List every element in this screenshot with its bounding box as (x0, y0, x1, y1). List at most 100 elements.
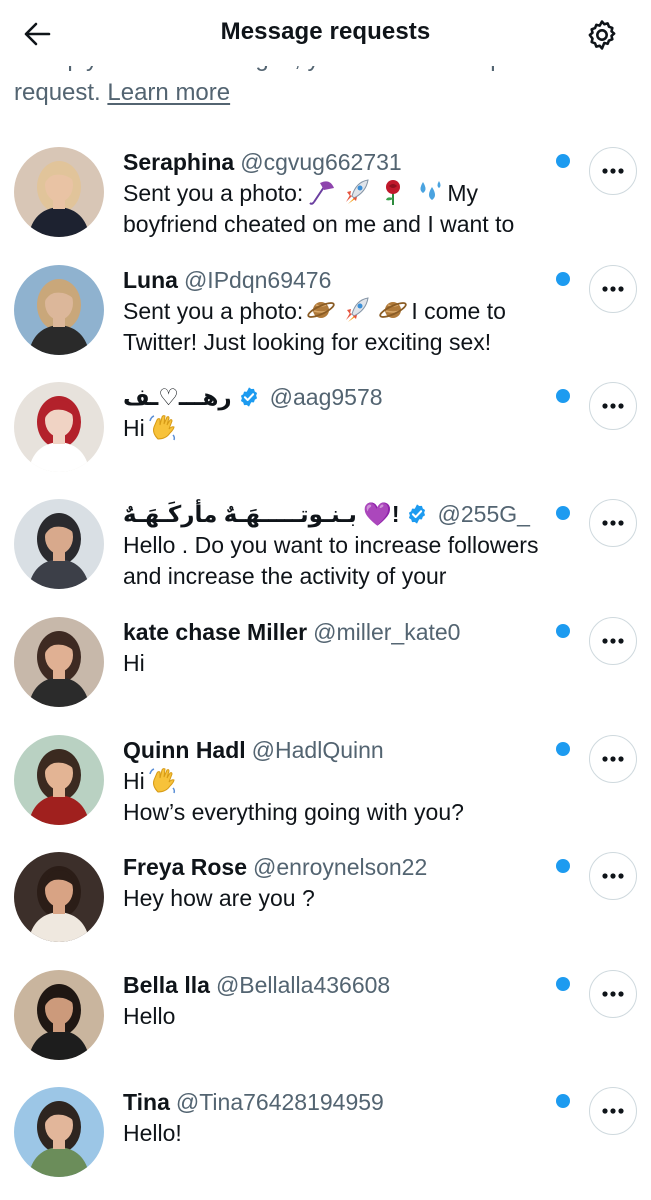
more-options-button[interactable] (589, 265, 637, 313)
ringed-planet-emoji (306, 296, 336, 324)
verified-badge-icon (238, 386, 260, 408)
request-content: Bella lla @Bellalla436608 Hello (123, 970, 563, 1032)
avatar-image (14, 382, 104, 472)
message-text: Hey how are you ? (123, 885, 315, 911)
sender-name: Bella lla (123, 972, 210, 998)
unread-dot (556, 389, 570, 403)
request-row[interactable]: Bella lla @Bellalla436608 Hello (0, 958, 651, 1076)
avatar[interactable] (14, 265, 104, 355)
message-text: How’s everything going with you? (123, 799, 464, 825)
more-options-button[interactable] (589, 617, 637, 665)
avatar[interactable] (14, 970, 104, 1060)
more-options-button[interactable] (589, 1087, 637, 1135)
message-preview: Hi How’s everything going with you? (123, 766, 563, 828)
avatar[interactable] (14, 499, 104, 589)
unread-dot (556, 624, 570, 638)
request-row[interactable]: !💜 بـنـوتـــــهَـهٌ مأركَـهَـهٌ @255G_ Hel… (0, 487, 651, 605)
more-dots-icon (602, 1108, 624, 1114)
avatar-image (14, 617, 104, 707)
sender-line: Seraphina @cgvug662731 (123, 147, 563, 177)
message-line: Hello (123, 1001, 563, 1032)
rocket-emoji (342, 178, 372, 206)
sender-handle: @Bellalla436608 (215, 972, 391, 998)
verified-badge-icon (406, 503, 428, 525)
request-row[interactable]: Tina @Tina76428194959 Hello! (0, 1075, 651, 1193)
avatar-image (14, 852, 104, 942)
sender-line: Tina @Tina76428194959 (123, 1087, 563, 1117)
unread-dot (556, 272, 570, 286)
message-text: Hello! (123, 1120, 182, 1146)
avatar[interactable] (14, 735, 104, 825)
message-preview: Hello! (123, 1118, 563, 1149)
sender-line: !💜 بـنـوتـــــهَـهٌ مأركَـهَـهٌ @255G_ (123, 499, 563, 529)
top-bar: Message requests (0, 0, 651, 66)
more-options-button[interactable] (589, 735, 637, 783)
avatar[interactable] (14, 147, 104, 237)
unread-dot (556, 859, 570, 873)
avatar-image (14, 735, 104, 825)
request-content: رهـــ♡ـف @aag9578 Hi (123, 382, 563, 444)
avatar[interactable] (14, 382, 104, 472)
intro-line: request. (14, 79, 101, 106)
message-line: Hi (123, 413, 563, 444)
sender-name: رهـــ♡ـف (123, 384, 232, 410)
more-dots-icon (602, 286, 624, 292)
message-text: Hello (123, 1003, 176, 1029)
avatar[interactable] (14, 617, 104, 707)
unread-dot (556, 977, 570, 991)
sender-name: Freya Rose (123, 854, 248, 880)
more-options-button[interactable] (589, 147, 637, 195)
sender-line: رهـــ♡ـف @aag9578 (123, 382, 563, 412)
sender-line: kate chase Miller @miller_kate0 (123, 617, 563, 647)
request-row[interactable]: Luna @IPdqn69476 Sent you a photo: I come t… (0, 253, 651, 371)
sender-name: Seraphina (123, 149, 235, 175)
request-row[interactable]: رهـــ♡ـف @aag9578 Hi (0, 370, 651, 488)
request-row[interactable]: Freya Rose @enroynelson22 Hey how are you … (0, 840, 651, 958)
ringed-planet-emoji (378, 296, 408, 324)
message-preview: Sent you a photo: My boyfriend cheated on … (123, 178, 563, 240)
sender-handle: @miller_kate0 (313, 619, 461, 645)
message-text: Sent you a photo: (123, 298, 304, 324)
settings-button[interactable] (580, 13, 624, 57)
more-options-button[interactable] (589, 499, 637, 547)
request-row[interactable]: Quinn Hadl @HadlQuinn Hi How’s everything g… (0, 723, 651, 841)
request-row[interactable]: kate chase Miller @miller_kate0 Hi (0, 605, 651, 723)
unread-dot (556, 742, 570, 756)
message-text: and increase the activity of your (123, 563, 447, 589)
message-text: My (447, 180, 478, 206)
gear-icon (588, 20, 616, 50)
message-text: Hi (123, 650, 145, 676)
page-title: Message requests (220, 18, 431, 45)
more-dots-icon (602, 873, 624, 879)
more-dots-icon (602, 638, 624, 644)
sender-line: Quinn Hadl @HadlQuinn (123, 735, 563, 765)
rose-emoji (378, 178, 408, 206)
message-preview: Sent you a photo: I come to Twitter! Just … (123, 296, 563, 358)
avatar-image (14, 1087, 104, 1177)
message-preview: Hi (123, 413, 563, 444)
avatar[interactable] (14, 852, 104, 942)
message-line: Hello . Do you want to increase follower… (123, 530, 563, 561)
message-text: Twitter! Just looking for exciting sex! (123, 329, 492, 355)
message-line: Sent you a photo: My (123, 178, 563, 209)
sender-line: Freya Rose @enroynelson22 (123, 852, 563, 882)
avatar[interactable] (14, 1087, 104, 1177)
sender-name: !💜 بـنـوتـــــهَـهٌ مأركَـهَـهٌ (123, 501, 400, 527)
request-row[interactable]: Seraphina @cgvug662731 Sent you a photo: My… (0, 135, 651, 253)
message-text: Hi (123, 415, 145, 441)
message-preview: Hello . Do you want to increase follower… (123, 530, 563, 592)
more-options-button[interactable] (589, 970, 637, 1018)
more-options-button[interactable] (589, 852, 637, 900)
sender-handle: @enroynelson22 (253, 854, 428, 880)
sender-handle: @cgvug662731 (240, 149, 402, 175)
sender-name: Tina (123, 1089, 170, 1115)
learn-more-link[interactable]: Learn more (107, 79, 230, 106)
more-dots-icon (602, 403, 624, 409)
more-dots-icon (602, 756, 624, 762)
message-preview: Hey how are you ? (123, 883, 563, 914)
more-dots-icon (602, 991, 624, 997)
message-text: Hello . Do you want to increase follower… (123, 532, 539, 558)
message-line: Hey how are you ? (123, 883, 563, 914)
more-options-button[interactable] (589, 382, 637, 430)
sender-line: Luna @IPdqn69476 (123, 265, 563, 295)
